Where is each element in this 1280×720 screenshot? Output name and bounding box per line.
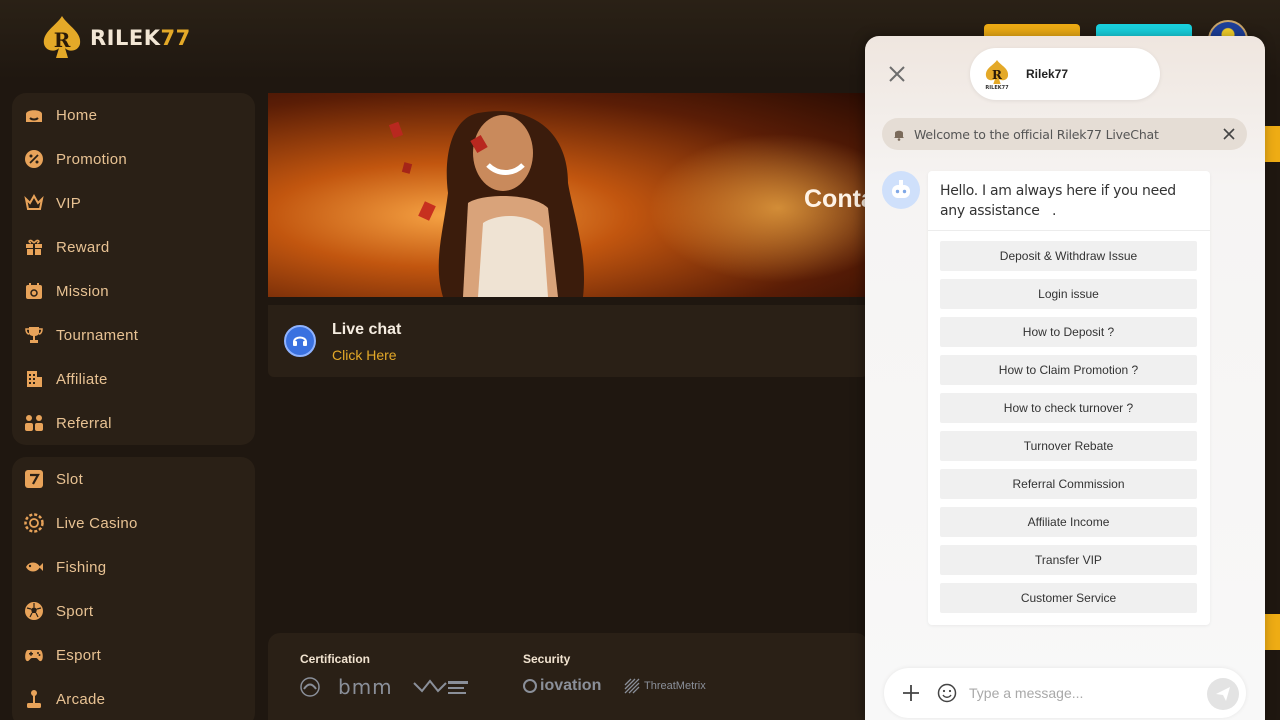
sidebar-item-label: Live Casino: [56, 514, 138, 532]
sidebar-item-label: Mission: [56, 282, 109, 300]
sidebar-primary-nav: Home Promotion VIP Reward Mission Tournament A…: [12, 93, 255, 445]
bot-message-bubble: Hello. I am always here if you need any …: [928, 171, 1210, 625]
site-logo[interactable]: R RILEK77: [38, 14, 191, 62]
itech-labs-logo: [300, 677, 320, 697]
sidebar-item-affiliate[interactable]: Affiliate: [12, 357, 255, 401]
bmm-logo: bmm: [338, 675, 393, 699]
quick-reply-button[interactable]: Deposit & Withdraw Issue: [940, 241, 1197, 271]
quick-reply-button[interactable]: Login issue: [940, 279, 1197, 309]
sidebar-item-label: Affiliate: [56, 370, 108, 388]
sidebar-item-mission[interactable]: Mission: [12, 269, 255, 313]
sidebar-item-label: Arcade: [56, 690, 106, 708]
trophy-icon: [24, 325, 44, 345]
live-chat-panel: R RILEK77 Rilek77 Welcome to the officia…: [865, 36, 1265, 720]
sidebar-item-fishing[interactable]: Fishing: [12, 545, 255, 589]
live-chat-link[interactable]: Click Here: [332, 347, 397, 363]
quick-reply-button[interactable]: How to check turnover ?: [940, 393, 1197, 423]
sidebar-item-slot[interactable]: Slot: [12, 457, 255, 501]
svg-text:R: R: [992, 68, 1003, 82]
spade-logo-icon: R: [38, 14, 86, 62]
iovation-logo: iovation: [523, 677, 601, 695]
crown-icon: [24, 193, 44, 213]
sidebar-item-reward[interactable]: Reward: [12, 225, 255, 269]
sidebar-item-home[interactable]: Home: [12, 93, 255, 137]
sidebar-item-label: Referral: [56, 414, 112, 432]
close-icon[interactable]: [885, 62, 909, 86]
casino-chip-icon: [24, 513, 44, 533]
sidebar-item-live-casino[interactable]: Live Casino: [12, 501, 255, 545]
sidebar-item-label: VIP: [56, 194, 82, 212]
quick-reply-button[interactable]: Transfer VIP: [940, 545, 1197, 575]
sidebar-item-label: Promotion: [56, 150, 128, 168]
sidebar-item-esport[interactable]: Esport: [12, 633, 255, 677]
welcome-notice-text: Welcome to the official Rilek77 LiveChat: [914, 126, 1159, 142]
sidebar-item-vip[interactable]: VIP: [12, 181, 255, 225]
dismiss-notice-icon[interactable]: [1221, 126, 1237, 142]
sidebar-item-label: Fishing: [56, 558, 107, 576]
joystick-icon: [24, 689, 44, 709]
sidebar-item-label: Esport: [56, 646, 102, 664]
sidebar-item-label: Slot: [56, 470, 84, 488]
users-icon: [24, 413, 44, 433]
send-button[interactable]: [1207, 678, 1239, 710]
agent-logo-icon: R RILEK77: [981, 58, 1013, 91]
message-input[interactable]: [969, 681, 1199, 705]
side-tab-bottom[interactable]: [1265, 614, 1280, 650]
percent-badge-icon: [24, 149, 44, 169]
building-icon: [24, 369, 44, 389]
quick-reply-button[interactable]: How to Deposit ?: [940, 317, 1197, 347]
sidebar-item-label: Home: [56, 106, 98, 124]
sidebar-games-nav: Slot Live Casino Fishing Sport Esport Arcade: [12, 457, 255, 720]
attach-plus-icon[interactable]: [901, 683, 921, 703]
gift-icon: [24, 237, 44, 257]
quick-reply-button[interactable]: Turnover Rebate: [940, 431, 1197, 461]
side-tab-top[interactable]: [1265, 126, 1280, 162]
headset-icon: [284, 325, 316, 357]
send-icon: [1216, 687, 1230, 701]
quick-reply-button[interactable]: Referral Commission: [940, 469, 1197, 499]
welcome-notice: Welcome to the official Rilek77 LiveChat: [882, 118, 1247, 150]
svg-text:RILEK77: RILEK77: [985, 85, 1009, 90]
message-composer: [884, 668, 1246, 718]
agent-name: Rilek77: [1026, 67, 1069, 81]
fish-icon: [24, 557, 44, 577]
footer: Certification Security bmm iovation Thre…: [268, 633, 868, 720]
bot-avatar-icon: [882, 171, 920, 209]
sidebar-item-tournament[interactable]: Tournament: [12, 313, 255, 357]
quick-reply-button[interactable]: How to Claim Promotion ?: [940, 355, 1197, 385]
chat-agent-header: R RILEK77 Rilek77: [970, 48, 1160, 100]
sidebar-item-arcade[interactable]: Arcade: [12, 677, 255, 720]
brand-name: RILEK77: [90, 26, 191, 50]
bell-icon: [894, 130, 904, 141]
security-heading: Security: [523, 652, 571, 666]
quick-reply-button[interactable]: Affiliate Income: [940, 507, 1197, 537]
sidebar-item-promotion[interactable]: Promotion: [12, 137, 255, 181]
tst-global-logo: [412, 677, 470, 699]
live-chat-card[interactable]: Live chat Click Here: [268, 305, 868, 377]
soccer-ball-icon: [24, 601, 44, 621]
banner-title: Conta: [804, 185, 868, 213]
sidebar-item-sport[interactable]: Sport: [12, 589, 255, 633]
certification-heading: Certification: [300, 652, 371, 666]
home-icon: [24, 105, 44, 125]
calendar-icon: [24, 281, 44, 301]
sidebar-item-label: Tournament: [56, 326, 139, 344]
sidebar-item-referral[interactable]: Referral: [12, 401, 255, 445]
sidebar-item-label: Reward: [56, 238, 110, 256]
sidebar-item-label: Sport: [56, 602, 94, 620]
banner-model-image: [388, 111, 585, 297]
emoji-icon[interactable]: [937, 683, 957, 703]
threatmetrix-logo: ThreatMetrix: [623, 677, 706, 695]
bot-greeting-text: Hello. I am always here if you need any …: [928, 171, 1210, 231]
quick-reply-button[interactable]: Customer Service: [940, 583, 1197, 613]
gamepad-icon: [24, 645, 44, 665]
contact-banner: Conta: [268, 93, 868, 297]
live-chat-title: Live chat: [332, 321, 402, 338]
svg-text:R: R: [54, 28, 71, 52]
slot-seven-icon: [24, 469, 44, 489]
